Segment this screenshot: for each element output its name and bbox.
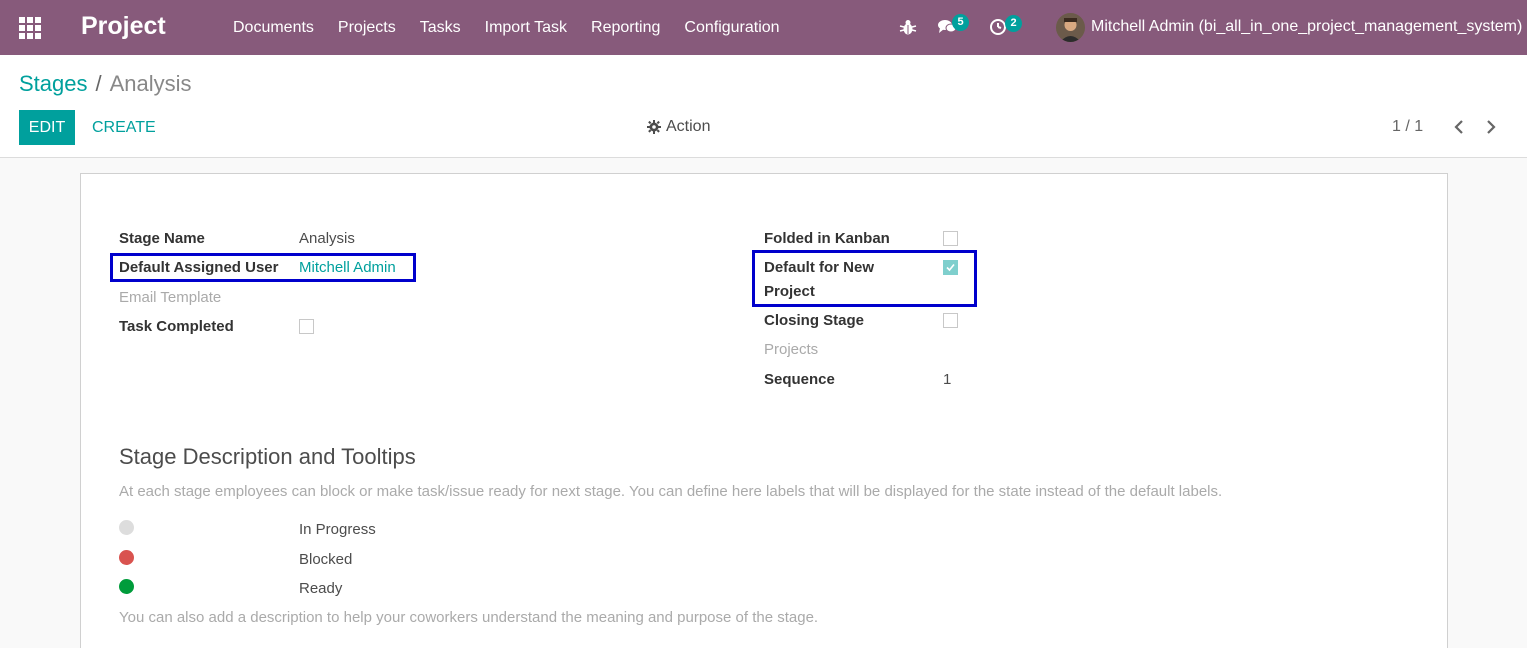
sequence-value: 1 [943,371,952,388]
closing-stage-label: Closing Stage [764,312,865,329]
menu-item-import-task[interactable]: Import Task [473,0,579,55]
action-label: Action [666,118,711,135]
pager-value[interactable]: 1 / 1 [1392,118,1423,136]
description-help-text: You can also add a description to help y… [119,609,819,626]
activity-count-badge: 2 [1005,15,1022,32]
breadcrumb-current: Analysis [109,71,192,96]
sequence-label: Sequence [764,371,835,388]
state-label-in-progress: In Progress [299,521,376,538]
gear-icon [647,120,661,134]
state-dot-ready [119,579,134,594]
default-new-project-label-line2: Project [764,283,815,300]
task-completed-checkbox[interactable] [299,319,314,334]
action-dropdown[interactable]: Action [647,118,710,136]
menu-item-documents[interactable]: Documents [221,0,326,55]
folded-kanban-checkbox[interactable] [943,231,958,246]
default-new-project-label: Default for New [764,259,875,276]
breadcrumb-stages-link[interactable]: Stages [19,71,88,97]
user-avatar[interactable] [1056,13,1085,42]
projects-label: Projects [764,341,819,358]
app-brand[interactable]: Project [81,12,166,41]
breadcrumb: Stages / Analysis [19,71,192,97]
menu-item-tasks[interactable]: Tasks [408,0,473,55]
chevron-left-icon[interactable] [1451,117,1467,137]
chat-count-badge: 5 [952,14,969,31]
top-navbar: Project Documents Projects Tasks Import … [0,0,1527,55]
menu-item-configuration[interactable]: Configuration [672,0,791,55]
section-help-text: At each stage employees can block or mak… [119,483,1223,500]
section-title: Stage Description and Tooltips [119,444,416,469]
email-template-label: Email Template [119,289,222,306]
create-button[interactable]: CREATE [84,110,164,145]
default-new-project-checkbox[interactable] [943,260,958,275]
stage-name-value: Analysis [299,230,355,247]
edit-button[interactable]: EDIT [19,110,75,145]
breadcrumb-separator: / [95,71,102,96]
stage-name-label: Stage Name [119,230,205,247]
task-completed-label: Task Completed [119,318,234,335]
closing-stage-checkbox[interactable] [943,313,958,328]
default-user-link[interactable]: Mitchell Admin [299,259,396,276]
default-user-label: Default Assigned User [119,259,279,276]
main-menu: Documents Projects Tasks Import Task Rep… [221,0,792,55]
state-label-blocked: Blocked [299,551,353,568]
state-label-ready: Ready [299,580,343,597]
bug-icon[interactable] [899,18,917,36]
menu-item-projects[interactable]: Projects [326,0,408,55]
user-menu[interactable]: Mitchell Admin (bi_all_in_one_project_ma… [1091,18,1522,36]
menu-item-reporting[interactable]: Reporting [579,0,672,55]
checkmark-icon [946,263,955,272]
chevron-right-icon[interactable] [1483,117,1499,137]
folded-kanban-label: Folded in Kanban [764,230,890,247]
state-dot-blocked [119,550,134,565]
state-dot-in-progress [119,520,134,535]
apps-menu-icon[interactable] [19,17,41,39]
